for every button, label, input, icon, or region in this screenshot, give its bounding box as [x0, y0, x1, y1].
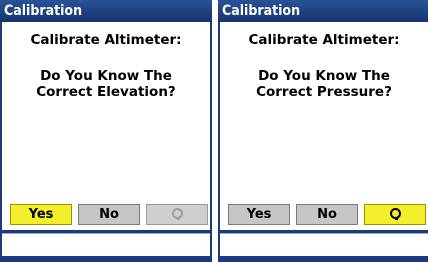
dialog-question: Do You Know The Correct Elevation?: [2, 68, 210, 100]
window-title: Calibration: [4, 3, 83, 19]
dialog-heading: Calibrate Altimeter:: [30, 32, 182, 48]
status-bar: [220, 233, 428, 256]
no-button[interactable]: No: [78, 204, 140, 225]
question-line-2: Correct Pressure?: [256, 84, 392, 100]
reset-button[interactable]: [146, 204, 208, 225]
dialog-heading: Calibrate Altimeter:: [248, 32, 400, 48]
reset-button[interactable]: [364, 204, 426, 225]
calibration-screen-elevation: Calibration Calibrate Altimeter: Do You …: [0, 0, 212, 262]
status-bar: [2, 233, 210, 256]
yes-button[interactable]: Yes: [228, 204, 290, 225]
dialog-panel: Calibrate Altimeter: Do You Know The Cor…: [2, 22, 210, 200]
question-line-1: Do You Know The: [258, 68, 390, 84]
question-line-1: Do You Know The: [40, 68, 172, 84]
dialog-panel: Calibrate Altimeter: Do You Know The Cor…: [220, 22, 428, 200]
dialog-question: Do You Know The Correct Pressure?: [220, 68, 428, 100]
button-bar: Yes No: [220, 200, 428, 230]
title-bar: Calibration: [0, 0, 212, 22]
button-bar: Yes No: [2, 200, 210, 230]
reset-icon: [389, 208, 401, 220]
yes-button[interactable]: Yes: [10, 204, 72, 225]
calibration-screen-pressure: Calibration Calibrate Altimeter: Do You …: [218, 0, 428, 262]
question-line-2: Correct Elevation?: [36, 84, 176, 100]
window-title: Calibration: [222, 3, 301, 19]
title-bar: Calibration: [218, 0, 428, 22]
reset-icon: [171, 208, 183, 220]
no-button[interactable]: No: [296, 204, 358, 225]
